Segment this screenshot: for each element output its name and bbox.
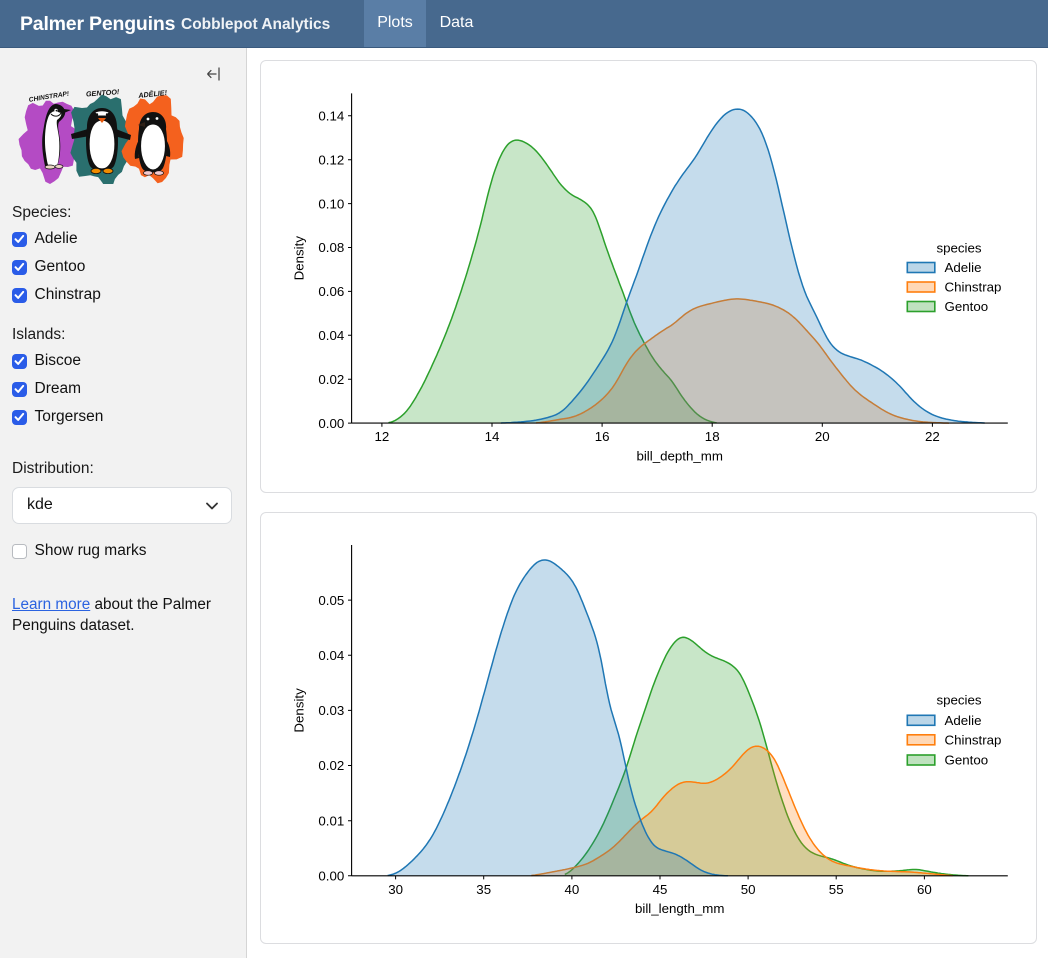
svg-text:60: 60: [917, 882, 932, 897]
svg-text:Chinstrap: Chinstrap: [945, 733, 1002, 748]
svg-text:0.04: 0.04: [318, 648, 344, 663]
svg-text:40: 40: [565, 882, 580, 897]
svg-text:0.14: 0.14: [318, 109, 344, 124]
svg-text:Density: Density: [291, 236, 306, 281]
svg-text:Gentoo: Gentoo: [945, 753, 989, 768]
svg-text:0.00: 0.00: [318, 416, 344, 431]
svg-text:0.02: 0.02: [318, 758, 344, 773]
svg-text:16: 16: [595, 429, 610, 444]
svg-text:0.08: 0.08: [318, 240, 344, 255]
svg-text:Density: Density: [291, 688, 306, 733]
svg-text:bill_depth_mm: bill_depth_mm: [636, 448, 722, 463]
svg-text:species: species: [936, 240, 981, 255]
svg-text:0.06: 0.06: [318, 284, 344, 299]
svg-text:18: 18: [705, 429, 720, 444]
svg-text:20: 20: [815, 429, 830, 444]
svg-text:22: 22: [925, 429, 940, 444]
svg-text:55: 55: [829, 882, 844, 897]
svg-text:0.04: 0.04: [318, 328, 344, 343]
svg-text:0.10: 0.10: [318, 196, 344, 211]
svg-text:0.03: 0.03: [318, 703, 344, 718]
svg-text:0.01: 0.01: [318, 813, 344, 828]
svg-text:0.12: 0.12: [318, 152, 344, 167]
svg-text:Adelie: Adelie: [945, 713, 982, 728]
svg-text:0.02: 0.02: [318, 372, 344, 387]
svg-text:30: 30: [388, 882, 403, 897]
svg-text:Chinstrap: Chinstrap: [945, 280, 1002, 295]
svg-text:Gentoo: Gentoo: [945, 299, 989, 314]
svg-text:35: 35: [476, 882, 491, 897]
svg-text:0.05: 0.05: [318, 593, 344, 608]
svg-text:Adelie: Adelie: [945, 260, 982, 275]
svg-text:12: 12: [375, 429, 390, 444]
svg-text:14: 14: [485, 429, 500, 444]
svg-text:0.00: 0.00: [318, 869, 344, 884]
svg-text:GENTOO!: GENTOO!: [86, 87, 121, 98]
svg-text:species: species: [936, 692, 981, 707]
svg-text:bill_length_mm: bill_length_mm: [635, 901, 724, 916]
svg-text:50: 50: [741, 882, 756, 897]
svg-text:45: 45: [653, 882, 668, 897]
